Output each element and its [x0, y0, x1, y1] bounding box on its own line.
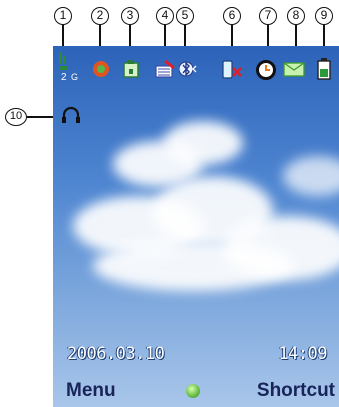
- bluetooth-icon: [179, 61, 197, 77]
- headset-icon: [62, 106, 80, 123]
- roaming-icon: [93, 61, 109, 77]
- signal-strength-icon: 2 G: [59, 52, 78, 80]
- silent-mode-icon: [222, 60, 242, 79]
- missed-call-icon: [155, 60, 175, 78]
- callout-10: 10: [5, 108, 27, 126]
- callout-4: 4: [156, 7, 174, 25]
- alarm-clock-icon: [256, 60, 276, 80]
- date-display: 2006.03.10: [67, 344, 165, 364]
- callout-3: 3: [121, 7, 139, 25]
- shortcut-softkey[interactable]: Shortcut: [257, 380, 335, 402]
- callout-5: 5: [176, 7, 194, 25]
- message-icon: [283, 62, 305, 77]
- softkey-bar: Menu Shortcut: [53, 371, 339, 407]
- callout-7: 7: [259, 7, 277, 25]
- phone-display: 2 G 2006.03.10 14:09 Menu Shortcut: [53, 46, 339, 407]
- callout-9: 9: [315, 7, 333, 25]
- java-app-icon: [123, 60, 139, 78]
- status-bar: 2 G: [53, 46, 339, 86]
- phone-screen-diagram: { "callouts":{"c1":"1","c2":"2","c3":"3"…: [0, 0, 339, 407]
- menu-softkey[interactable]: Menu: [66, 380, 116, 402]
- callout-1: 1: [54, 7, 72, 25]
- callout-6: 6: [223, 7, 241, 25]
- callout-8: 8: [287, 7, 305, 25]
- svg-text:G: G: [71, 72, 78, 80]
- callout-2: 2: [91, 7, 109, 25]
- time-display: 14:09: [278, 344, 327, 364]
- battery-icon: [317, 58, 331, 80]
- svg-text:2: 2: [61, 72, 67, 80]
- center-key-icon[interactable]: [186, 384, 200, 398]
